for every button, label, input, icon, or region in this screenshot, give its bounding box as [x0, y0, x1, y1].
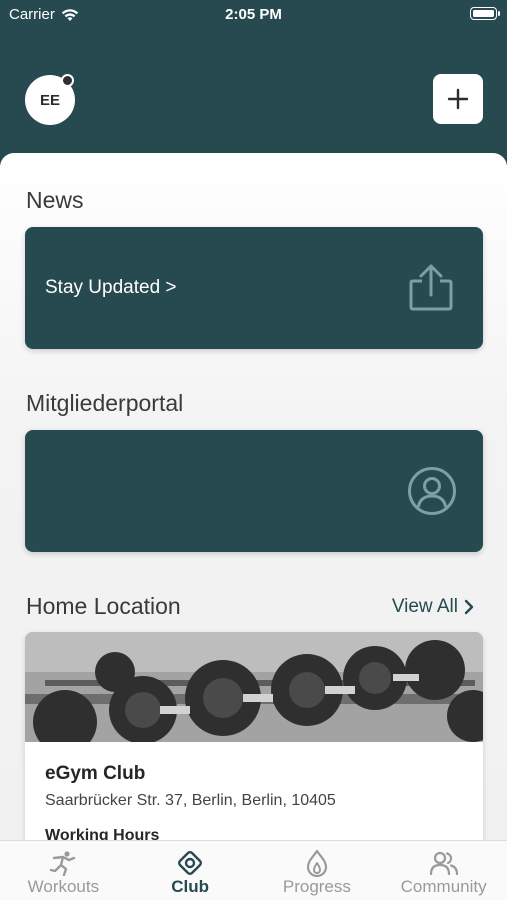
tab-community-label: Community: [400, 877, 487, 896]
user-profile-icon: [408, 467, 456, 515]
tab-bar: Workouts Club Progress Community: [0, 840, 507, 900]
tab-community[interactable]: Community: [380, 841, 507, 900]
club-name: eGym Club: [45, 763, 146, 784]
tab-progress[interactable]: Progress: [254, 841, 381, 900]
club-address: Saarbrücker Str. 37, Berlin, Berlin, 104…: [45, 792, 336, 809]
tab-workouts[interactable]: Workouts: [0, 841, 127, 900]
notification-dot: [61, 74, 74, 87]
tab-progress-label: Progress: [282, 877, 351, 896]
plus-icon: [447, 88, 469, 110]
home-location-title: Home Location: [26, 593, 181, 619]
profile-avatar-button[interactable]: EE: [25, 74, 75, 125]
tab-club-label: Club: [171, 877, 210, 896]
battery-icon: [470, 7, 500, 20]
home-club-card[interactable]: eGym Club Saarbrücker Str. 37, Berlin, B…: [25, 632, 483, 853]
news-card-label: Stay Updated >: [45, 277, 177, 298]
share-icon: [409, 264, 453, 311]
gym-dumbbells-image: [25, 632, 483, 742]
people-icon: [429, 851, 458, 876]
club-target-icon: [178, 851, 203, 875]
portal-card[interactable]: [25, 430, 483, 552]
news-title: News: [26, 187, 84, 213]
tab-workouts-label: Workouts: [27, 877, 100, 896]
portal-title: Mitgliederportal: [26, 390, 184, 416]
news-card[interactable]: Stay Updated >: [25, 227, 483, 349]
content-sheet: News Stay Updated > Mitgliederportal Hom…: [0, 153, 507, 853]
status-bar: Carrier 2:05 PM: [0, 0, 507, 28]
workout-runner-icon: [50, 851, 76, 876]
status-time: 2:05 PM: [225, 6, 282, 23]
flame-icon: [306, 849, 327, 877]
add-button[interactable]: [433, 74, 483, 124]
view-all-link[interactable]: View All: [392, 596, 474, 618]
view-all-label: View All: [391, 596, 458, 617]
tab-club[interactable]: Club: [127, 841, 254, 900]
avatar-initials: EE: [39, 91, 60, 109]
chevron-right-icon: [464, 599, 474, 615]
